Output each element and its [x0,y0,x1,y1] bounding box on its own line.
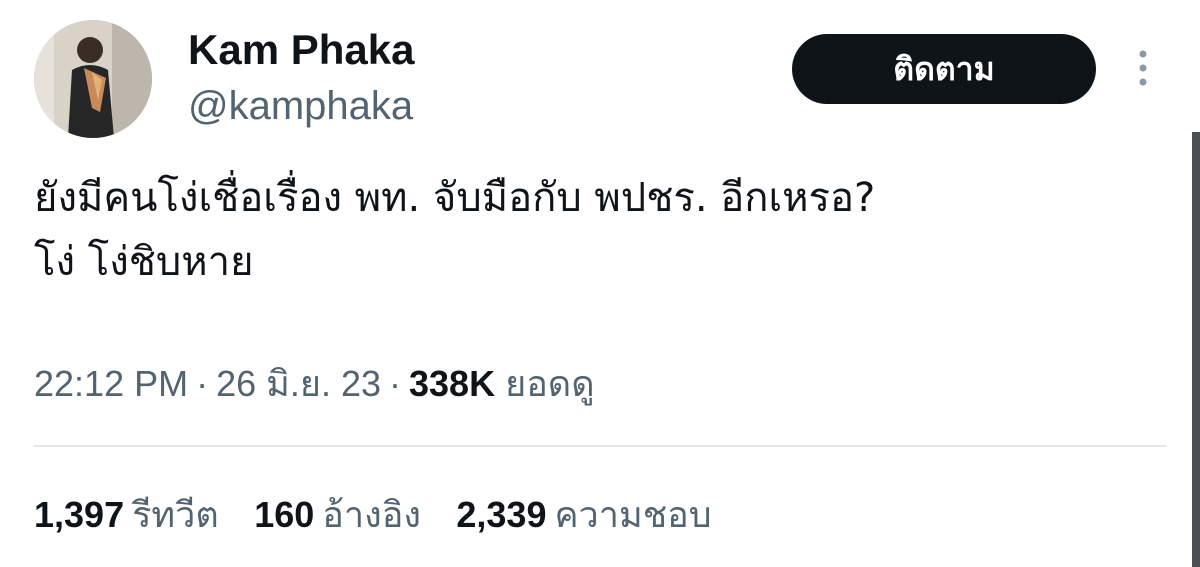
tweet-line: ยังมีคนโง่เชื่อเรื่อง พท. จับมือกับ พปชร… [34,175,876,221]
meta-separator: · [196,363,209,404]
views-count: 338K [409,363,496,404]
retweets-label: รีทวีต [132,495,219,536]
engagement-stats: 1,397 รีทวีต 160 อ้างอิง 2,339 ความชอบ [34,487,736,544]
avatar-photo [34,20,152,138]
tweet-line: โง่ โง่ชิบหาย [34,239,254,285]
tweet-date[interactable]: 26 มิ.ย. 23 [216,363,381,404]
more-vertical-icon[interactable] [1128,46,1158,90]
likes-count: 2,339 [456,494,547,535]
retweets-count: 1,397 [34,494,125,535]
retweets-stat[interactable]: 1,397 รีทวีต [34,487,219,544]
meta-separator: · [389,363,402,404]
tweet-text: ยังมีคนโง่เชื่อเรื่อง พท. จับมือกับ พปชร… [34,166,1169,294]
tweet-time[interactable]: 22:12 PM [34,363,188,404]
quotes-count: 160 [254,494,315,535]
likes-stat[interactable]: 2,339 ความชอบ [456,487,711,544]
likes-label: ความชอบ [554,495,712,536]
quotes-label: อ้างอิง [322,495,421,536]
divider [34,445,1166,447]
views-label: ยอดดู [505,363,595,404]
follow-button[interactable]: ติดตาม [792,34,1096,104]
avatar[interactable] [34,20,152,138]
tweet-meta: 22:12 PM · 26 มิ.ย. 23 · 338K ยอดดู [34,356,595,412]
quotes-stat[interactable]: 160 อ้างอิง [254,487,421,544]
user-handle[interactable]: @kamphaka [188,82,413,130]
display-name[interactable]: Kam Phaka [188,26,414,74]
scrollbar[interactable] [1192,132,1200,567]
